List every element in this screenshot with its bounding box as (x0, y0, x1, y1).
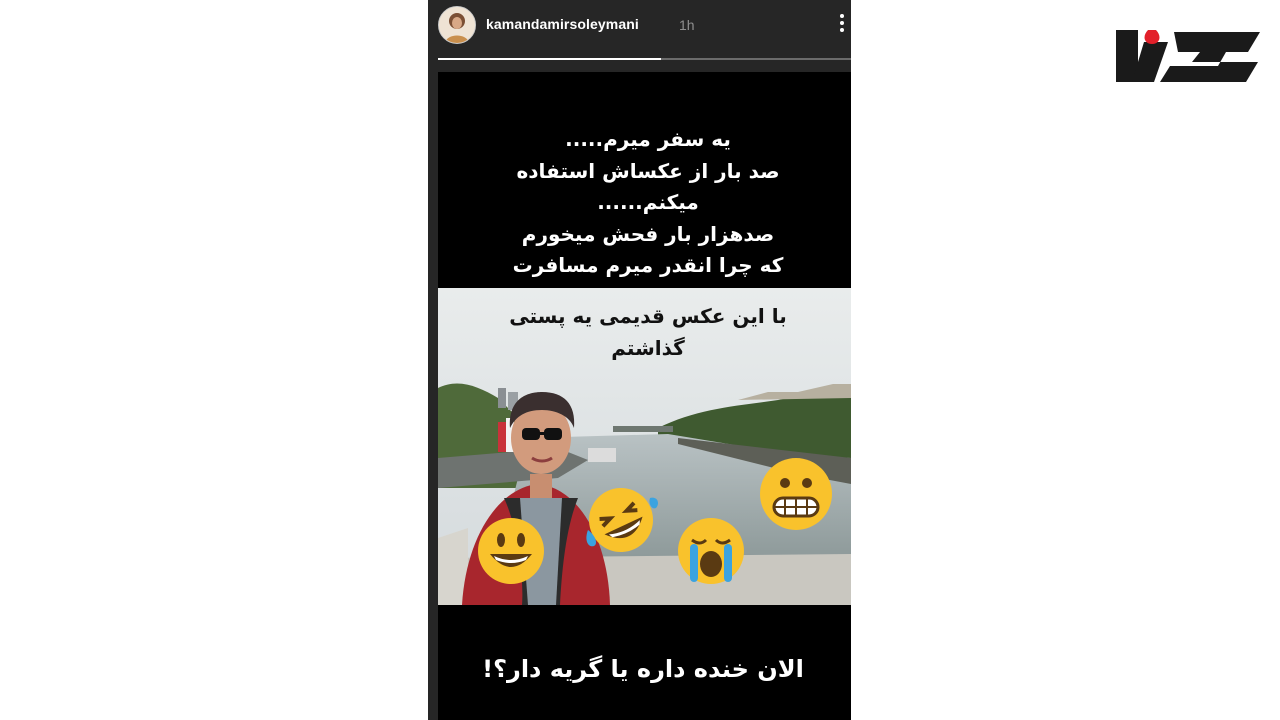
story-progress-fill (438, 58, 662, 60)
story-time: 1h (679, 17, 695, 33)
photo-caption: با این عکس قدیمی یه پستی گذاشتم (468, 300, 828, 364)
story-text-line: صد بار از عکساش استفاده (516, 158, 780, 183)
photo-caption-line: گذاشتم (611, 336, 685, 360)
story-left-edge (428, 72, 438, 720)
grinning-face-emoji (478, 518, 544, 584)
rofl-emoji (586, 488, 658, 552)
story-text-line: میکنم...... (597, 190, 699, 214)
site-logo (1116, 30, 1260, 82)
story-text-line: صدهزار بار فحش میخورم (521, 221, 775, 246)
grimacing-face-emoji (760, 458, 832, 530)
user-avatar[interactable] (438, 6, 476, 44)
story-text-line: یه سفر میرم..... (565, 127, 731, 151)
story-top-text: یه سفر میرم..... صد بار از عکساش استفاده… (468, 124, 828, 282)
photo-caption-line: با این عکس قدیمی یه پستی (509, 304, 787, 328)
story-text-line: که چرا انقدر میرم مسافرت (512, 253, 784, 277)
story-viewer[interactable]: kamandamirsoleymani 1h یه سفر میرم..... … (428, 0, 851, 720)
story-bottom-text: الان خنده داره یا گریه دار؟! (482, 655, 804, 683)
story-progress-bar (438, 58, 851, 60)
username[interactable]: kamandamirsoleymani (486, 16, 639, 32)
story-header: kamandamirsoleymani 1h (428, 0, 851, 72)
more-options-icon[interactable] (834, 12, 850, 34)
loudly-crying-face-emoji (678, 518, 744, 584)
